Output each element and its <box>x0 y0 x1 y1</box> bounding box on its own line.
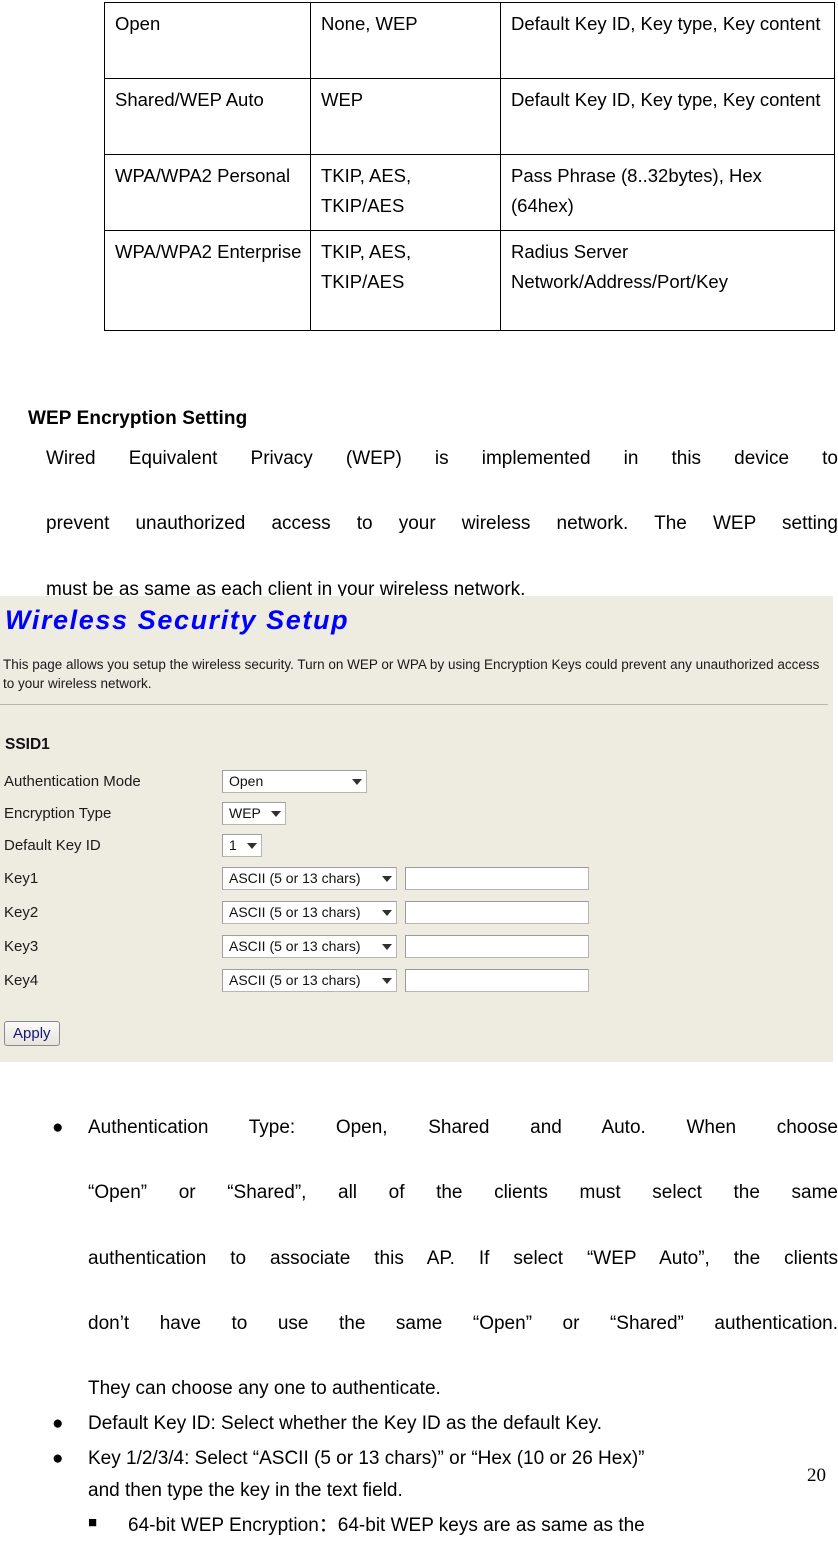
table-row: Open None, WEP Default Key ID, Key type,… <box>104 2 835 79</box>
encryption-type-label: Encryption Type <box>4 805 112 822</box>
authentication-mode-select[interactable]: Open <box>222 770 367 793</box>
list-item-line: Key 1/2/3/4: Select “ASCII (5 or 13 char… <box>88 1447 645 1469</box>
table-cell-encryption: TKIP, AES, TKIP/AES <box>310 230 501 331</box>
key3-input[interactable] <box>405 935 589 958</box>
table-cell-encryption: None, WEP <box>310 2 501 79</box>
key1-label: Key1 <box>4 870 39 887</box>
chevron-down-icon <box>382 875 392 882</box>
bullet-dot-icon: ● <box>52 1117 64 1138</box>
table-cell-parameters: Pass Phrase (8..32bytes), Hex (64hex) <box>500 154 835 231</box>
list-item-text: 64-bit WEP Encryption：64-bit WEP keys ar… <box>128 1510 838 1543</box>
table-row: WPA/WPA2 Enterprise TKIP, AES, TKIP/AES … <box>104 230 835 331</box>
list-item: ● Default Key ID: Select whether the Key… <box>0 1408 838 1441</box>
table-cell-mode: Shared/WEP Auto <box>104 78 311 155</box>
list-item-line: “Open” or “Shared”, all of the clients m… <box>88 1182 838 1204</box>
list-item-line: They can choose any one to authenticate. <box>88 1378 441 1400</box>
list-item-line: authentication to associate this AP. If … <box>88 1247 838 1269</box>
table-cell-encryption: WEP <box>310 78 501 155</box>
chevron-down-icon <box>382 977 392 984</box>
key2-type-select[interactable]: ASCII (5 or 13 chars) <box>222 901 397 924</box>
field-row-key4: Key4 ASCII (5 or 13 chars) <box>0 964 833 997</box>
field-row-encryption-type: Encryption Type WEP <box>0 797 833 830</box>
key2-type-value: ASCII (5 or 13 chars) <box>229 904 361 920</box>
list-item-text: Key 1/2/3/4: Select “ASCII (5 or 13 char… <box>88 1443 838 1508</box>
list-item-line: and then type the key in the text field. <box>88 1480 403 1502</box>
list-item: ■ 64-bit WEP Encryption：64-bit WEP keys … <box>0 1510 838 1543</box>
key4-label: Key4 <box>4 972 39 989</box>
key4-type-value: ASCII (5 or 13 chars) <box>229 972 361 988</box>
list-item-line: Default Key ID: Select whether the Key I… <box>88 1413 602 1435</box>
key3-label: Key3 <box>4 938 39 955</box>
apply-button[interactable]: Apply <box>4 1021 60 1046</box>
section-body: Wired Equivalent Privacy (WEP) is implem… <box>46 443 838 606</box>
list-item-line: don’t have to use the same “Open” or “Sh… <box>88 1313 838 1335</box>
key1-type-select[interactable]: ASCII (5 or 13 chars) <box>222 867 397 890</box>
table-cell-parameters: Radius Server Network/Address/Port/Key <box>500 230 835 331</box>
section-body-line: prevent unauthorized access to your wire… <box>46 513 838 535</box>
authentication-mode-value: Open <box>229 773 264 789</box>
key2-label: Key2 <box>4 904 39 921</box>
bullet-dot-icon: ● <box>52 1447 64 1469</box>
key1-type-value: ASCII (5 or 13 chars) <box>229 870 361 886</box>
table-row: WPA/WPA2 Personal TKIP, AES, TKIP/AES Pa… <box>104 154 835 231</box>
chevron-down-icon <box>271 810 281 817</box>
table-cell-parameters: Default Key ID, Key type, Key content <box>500 2 835 79</box>
notes-bullet-list: ● Authentication Type: Open, Shared and … <box>0 1112 838 1545</box>
page-number: 20 <box>807 1465 826 1486</box>
table-cell-mode: WPA/WPA2 Enterprise <box>104 230 311 331</box>
table-row: Shared/WEP Auto WEP Default Key ID, Key … <box>104 78 835 155</box>
ssid-group-label: SSID1 <box>5 736 50 753</box>
list-item-text: Authentication Type: Open, Shared and Au… <box>88 1112 838 1406</box>
key1-input[interactable] <box>405 867 589 890</box>
list-item-line: Authentication Type: Open, Shared and Au… <box>88 1117 838 1138</box>
field-row-default-key-id: Default Key ID 1 <box>0 829 833 862</box>
key2-input[interactable] <box>405 901 589 924</box>
field-row-key2: Key2 ASCII (5 or 13 chars) <box>0 896 833 929</box>
chevron-down-icon <box>352 778 362 785</box>
section-heading: WEP Encryption Setting <box>28 408 248 429</box>
chevron-down-icon <box>382 943 392 950</box>
default-key-id-label: Default Key ID <box>4 837 101 854</box>
bullet-square-icon: ■ <box>88 1514 98 1532</box>
chevron-down-icon <box>382 909 392 916</box>
encryption-type-select[interactable]: WEP <box>222 802 286 825</box>
key4-type-select[interactable]: ASCII (5 or 13 chars) <box>222 969 397 992</box>
chevron-down-icon <box>247 842 257 849</box>
panel-description: This page allows you setup the wireless … <box>3 657 820 692</box>
list-item: ● Key 1/2/3/4: Select “ASCII (5 or 13 ch… <box>0 1443 838 1508</box>
panel-title: Wireless Security Setup <box>5 605 350 635</box>
list-item-line: 64-bit WEP Encryption：64-bit WEP keys ar… <box>128 1515 645 1537</box>
field-row-key1: Key1 ASCII (5 or 13 chars) <box>0 862 833 895</box>
table-cell-parameters: Default Key ID, Key type, Key content <box>500 78 835 155</box>
list-item-text: Default Key ID: Select whether the Key I… <box>88 1408 838 1441</box>
authentication-mode-label: Authentication Mode <box>4 773 141 790</box>
section-body-line: Wired Equivalent Privacy (WEP) is implem… <box>46 448 838 469</box>
default-key-id-select[interactable]: 1 <box>222 834 262 857</box>
default-key-id-value: 1 <box>229 837 237 853</box>
key3-type-select[interactable]: ASCII (5 or 13 chars) <box>222 935 397 958</box>
table-cell-mode: Open <box>104 2 311 79</box>
encryption-type-value: WEP <box>229 805 261 821</box>
table-cell-encryption: TKIP, AES, TKIP/AES <box>310 154 501 231</box>
panel-divider <box>0 704 828 705</box>
field-row-authentication-mode: Authentication Mode Open <box>0 765 833 798</box>
field-row-key3: Key3 ASCII (5 or 13 chars) <box>0 930 833 963</box>
key4-input[interactable] <box>405 969 589 992</box>
table-cell-mode: WPA/WPA2 Personal <box>104 154 311 231</box>
key3-type-value: ASCII (5 or 13 chars) <box>229 938 361 954</box>
bullet-dot-icon: ● <box>52 1413 64 1435</box>
list-item: ● Authentication Type: Open, Shared and … <box>0 1112 838 1406</box>
authentication-spec-table: Open None, WEP Default Key ID, Key type,… <box>104 2 835 331</box>
